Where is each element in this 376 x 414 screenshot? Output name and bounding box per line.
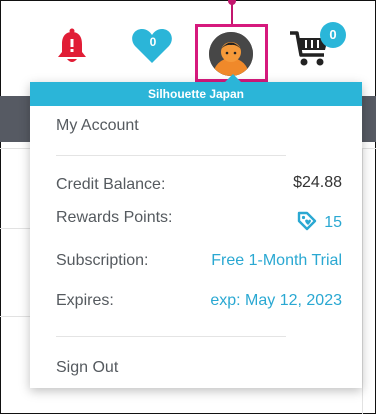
divider (362, 148, 363, 414)
dropdown-caret (225, 74, 241, 82)
account-dropdown-menu: Silhouette Japan My Account Credit Balan… (30, 74, 362, 388)
favorites-button[interactable]: 0 (130, 26, 174, 66)
divider (56, 155, 286, 156)
rewards-points-value[interactable]: 15 (296, 210, 342, 232)
divider (0, 316, 30, 317)
store-name-header: Silhouette Japan (30, 82, 362, 106)
divider (56, 336, 286, 337)
cart-count-badge: 0 (320, 22, 346, 48)
expires-value: exp: May 12, 2023 (210, 292, 342, 309)
favorites-count: 0 (149, 35, 157, 49)
callout-line (231, 3, 233, 26)
avatar (209, 32, 253, 76)
credit-balance-label: Credit Balance: (56, 176, 166, 193)
rewards-points-label: Rewards Points: (56, 209, 173, 226)
divider (0, 228, 30, 229)
tag-icon (298, 211, 317, 231)
sign-out-link[interactable]: Sign Out (56, 359, 118, 377)
my-account-link[interactable]: My Account (56, 117, 139, 135)
bell-icon[interactable] (54, 28, 90, 66)
rewards-points-number: 15 (324, 214, 342, 231)
subscription-label: Subscription: (56, 252, 149, 269)
subscription-value[interactable]: Free 1-Month Trial (211, 252, 342, 270)
credit-balance-value: $24.88 (293, 174, 342, 191)
expires-label: Expires: (56, 292, 114, 309)
